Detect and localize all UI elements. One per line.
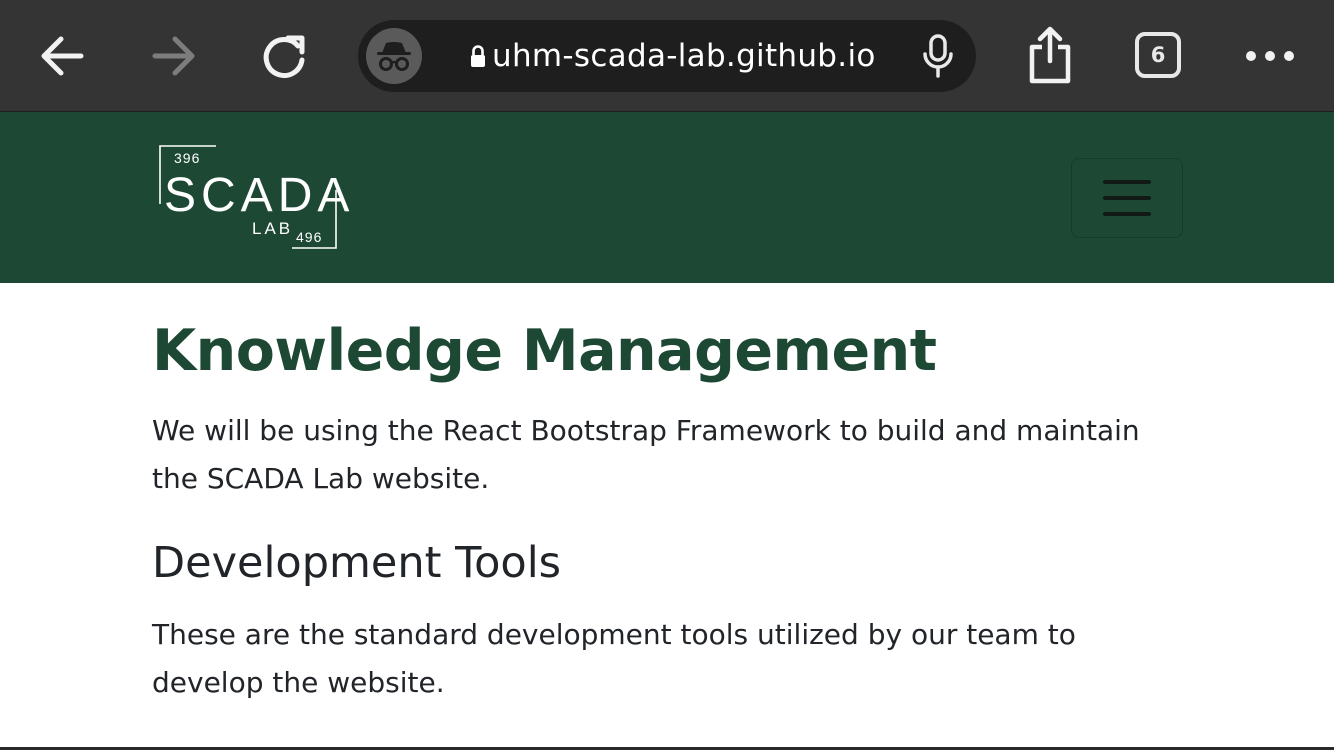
tabs-button[interactable]: 6 bbox=[1135, 32, 1181, 78]
lock-icon bbox=[471, 45, 485, 67]
more-button[interactable] bbox=[1240, 38, 1300, 74]
forward-button[interactable] bbox=[146, 30, 202, 82]
section-paragraph: These are the standard development tools… bbox=[152, 618, 1076, 699]
page-title: Knowledge Management bbox=[152, 318, 937, 384]
intro-paragraph: We will be using the React Bootstrap Fra… bbox=[152, 414, 1140, 495]
hamburger-menu-icon bbox=[1103, 180, 1151, 184]
address-bar[interactable]: uhm-scada-lab.github.io bbox=[358, 20, 976, 92]
reload-button[interactable] bbox=[256, 28, 312, 84]
section-title: Development Tools bbox=[152, 538, 562, 588]
site-navbar: 396 SCADA LAB 496 bbox=[0, 112, 1334, 283]
svg-text:396: 396 bbox=[174, 150, 200, 166]
tab-count: 6 bbox=[1150, 43, 1166, 67]
svg-text:LAB: LAB bbox=[252, 219, 293, 238]
share-button[interactable] bbox=[1022, 24, 1078, 86]
navbar-toggle-button[interactable] bbox=[1071, 158, 1183, 238]
share-icon bbox=[1029, 26, 1071, 84]
reload-icon bbox=[263, 35, 305, 78]
url-text[interactable]: uhm-scada-lab.github.io bbox=[492, 20, 876, 92]
svg-text:496: 496 bbox=[296, 229, 322, 245]
scada-lab-logo[interactable]: 396 SCADA LAB 496 bbox=[156, 142, 396, 252]
hamburger-menu-icon bbox=[1103, 196, 1151, 200]
back-button[interactable] bbox=[34, 30, 90, 82]
hamburger-menu-icon bbox=[1103, 212, 1151, 216]
arrow-right-icon bbox=[152, 36, 195, 76]
incognito-icon bbox=[377, 42, 411, 71]
browser-toolbar: uhm-scada-lab.github.io 6 bbox=[0, 0, 1334, 112]
incognito-badge[interactable] bbox=[366, 28, 422, 84]
microphone-icon[interactable] bbox=[918, 34, 958, 78]
svg-text:SCADA: SCADA bbox=[164, 169, 354, 222]
arrow-left-icon bbox=[41, 36, 84, 76]
more-icon bbox=[1246, 51, 1294, 61]
